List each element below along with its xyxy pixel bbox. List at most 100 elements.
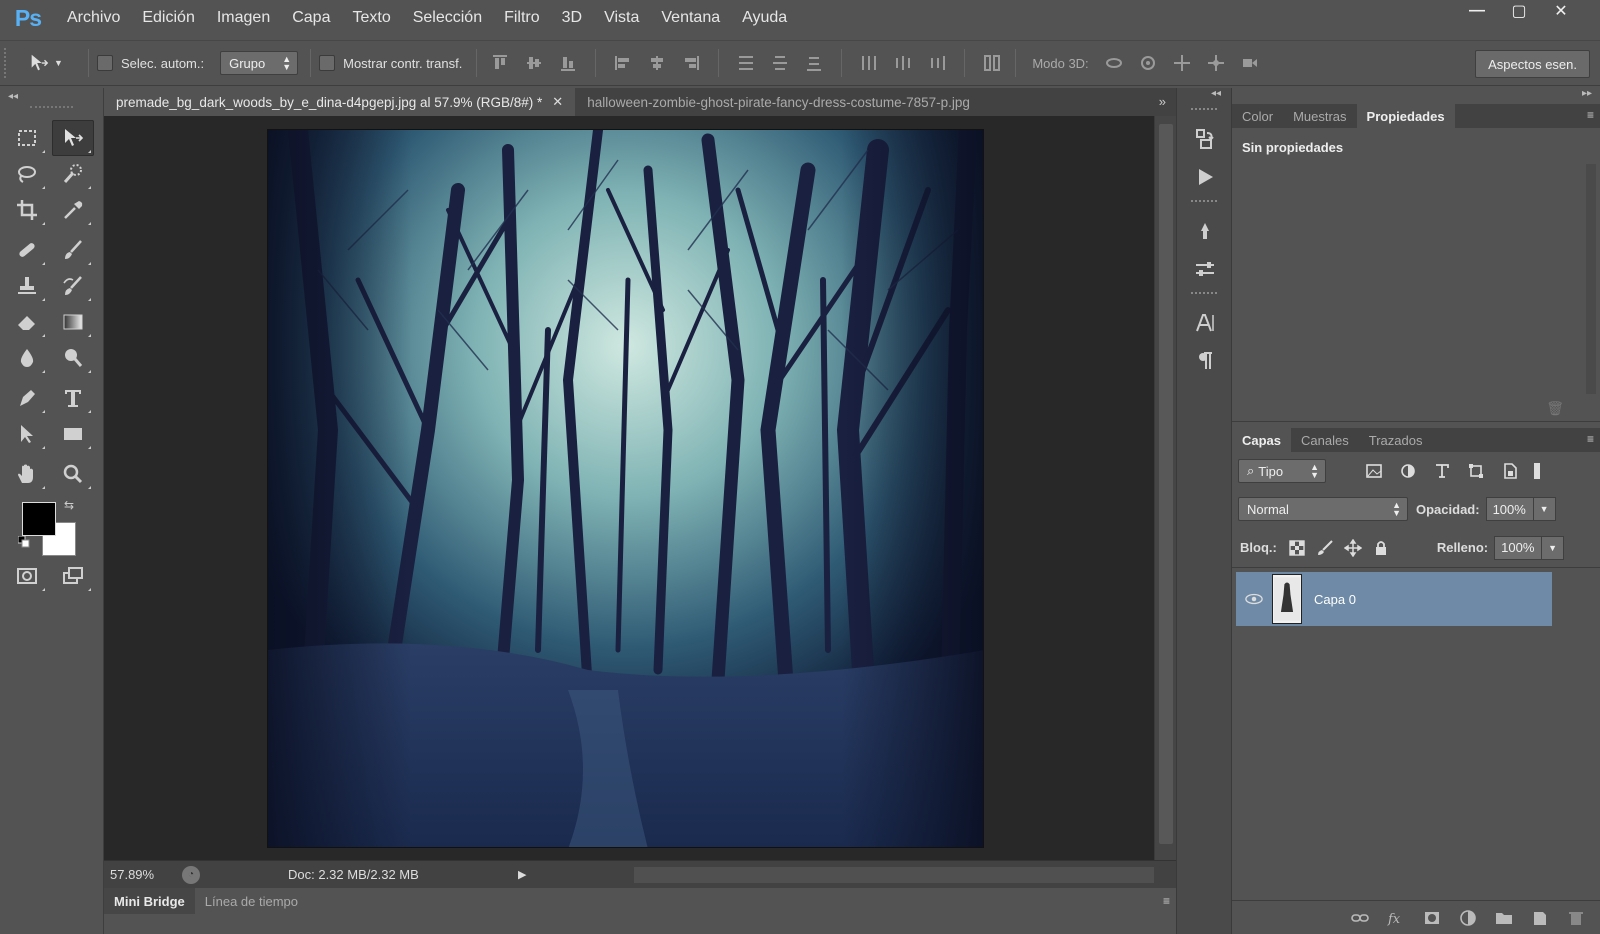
gradient-tool[interactable] bbox=[52, 304, 94, 340]
adjustments-sliders-icon[interactable] bbox=[1177, 250, 1233, 288]
menu-vista[interactable]: Vista bbox=[593, 0, 650, 36]
align-left-edges-icon[interactable] bbox=[608, 50, 638, 76]
align-bottom-edges-icon[interactable] bbox=[553, 50, 583, 76]
horizontal-scrollbar[interactable] bbox=[634, 867, 1154, 883]
menu-ayuda[interactable]: Ayuda bbox=[731, 0, 798, 36]
menu-archivo[interactable]: Archivo bbox=[56, 0, 131, 36]
auto-select-dropdown[interactable]: Grupo ▲ ▼ bbox=[220, 51, 299, 75]
quick-mask-tool[interactable] bbox=[6, 558, 48, 594]
character-panel-icon[interactable] bbox=[1177, 304, 1233, 342]
layer-kind-filter[interactable]: ⌕ Tipo ▲ ▼ bbox=[1238, 459, 1326, 483]
status-info-icon[interactable]: ◔ bbox=[182, 865, 200, 884]
crop-tool[interactable] bbox=[6, 192, 48, 228]
align-top-edges-icon[interactable] bbox=[485, 50, 515, 76]
layer-style-fx-icon[interactable]: fx bbox=[1384, 906, 1408, 930]
menu-ventana[interactable]: Ventana bbox=[650, 0, 731, 36]
slide-3d-icon[interactable] bbox=[1201, 50, 1231, 76]
distribute-vcenter-icon[interactable] bbox=[765, 50, 795, 76]
align-horizontal-centers-icon[interactable] bbox=[642, 50, 672, 76]
properties-scrollbar[interactable] bbox=[1586, 164, 1596, 394]
menu-3d[interactable]: 3D bbox=[551, 0, 593, 36]
lasso-tool[interactable] bbox=[6, 156, 48, 192]
panels-collapse-button[interactable]: ▸▸ bbox=[1232, 88, 1600, 104]
new-layer-icon[interactable] bbox=[1528, 906, 1552, 930]
move-tool[interactable] bbox=[52, 120, 94, 156]
close-tab-icon[interactable]: ✕ bbox=[552, 94, 563, 110]
opacity-input[interactable]: 100% bbox=[1485, 497, 1534, 521]
tab-swatches[interactable]: Muestras bbox=[1283, 104, 1356, 128]
menu-seleccion[interactable]: Selección bbox=[402, 0, 493, 36]
delete-layer-trash-icon[interactable] bbox=[1564, 906, 1588, 930]
menu-edicion[interactable]: Edición bbox=[131, 0, 205, 36]
distribute-hcenter-icon[interactable] bbox=[888, 50, 918, 76]
rectangular-marquee-tool[interactable] bbox=[6, 120, 48, 156]
tab-paths[interactable]: Trazados bbox=[1359, 428, 1433, 452]
layer-row-capa-0[interactable]: Capa 0 bbox=[1236, 572, 1552, 626]
fill-dropdown-arrow[interactable]: ▼ bbox=[1542, 535, 1565, 560]
dock-grip[interactable] bbox=[1191, 292, 1217, 300]
auto-align-icon[interactable] bbox=[977, 50, 1007, 76]
tab-timeline[interactable]: Línea de tiempo bbox=[195, 888, 308, 914]
dock-collapse-button[interactable]: ◂◂ bbox=[1177, 88, 1231, 104]
quick-selection-tool[interactable] bbox=[52, 156, 94, 192]
paragraph-panel-icon[interactable] bbox=[1177, 342, 1233, 380]
new-group-folder-icon[interactable] bbox=[1492, 906, 1516, 930]
pixel-layer-filter-icon[interactable] bbox=[1360, 458, 1388, 484]
blend-mode-dropdown[interactable]: Normal ▲ ▼ bbox=[1238, 497, 1408, 521]
status-menu-arrow-icon[interactable]: ▶ bbox=[518, 868, 526, 881]
close-button[interactable]: ✕ bbox=[1540, 0, 1582, 22]
add-mask-icon[interactable] bbox=[1420, 906, 1444, 930]
show-transform-checkbox[interactable] bbox=[319, 55, 336, 71]
eraser-tool[interactable] bbox=[6, 304, 48, 340]
distribute-top-icon[interactable] bbox=[731, 50, 761, 76]
distribute-bottom-icon[interactable] bbox=[799, 50, 829, 76]
distribute-left-icon[interactable] bbox=[854, 50, 884, 76]
align-vertical-centers-icon[interactable] bbox=[519, 50, 549, 76]
opacity-dropdown-arrow[interactable]: ▼ bbox=[1533, 497, 1556, 521]
dock-grip[interactable] bbox=[1191, 200, 1217, 208]
history-brush-tool[interactable] bbox=[52, 268, 94, 304]
distribute-right-icon[interactable] bbox=[922, 50, 952, 76]
swap-colors-icon[interactable]: ⇆ bbox=[64, 498, 74, 512]
tab-properties[interactable]: Propiedades bbox=[1356, 104, 1455, 128]
tool-presets-icon[interactable] bbox=[1177, 212, 1233, 250]
lock-pixels-brush-icon[interactable] bbox=[1311, 535, 1339, 561]
menu-filtro[interactable]: Filtro bbox=[493, 0, 551, 36]
type-layer-filter-icon[interactable] bbox=[1428, 458, 1456, 484]
document-tab-inactive[interactable]: halloween-zombie-ghost-pirate-fancy-dres… bbox=[575, 88, 1056, 116]
blur-tool[interactable] bbox=[6, 340, 48, 376]
scroll-thumb[interactable] bbox=[1159, 124, 1173, 844]
trash-icon[interactable]: 🗑 bbox=[1546, 400, 1564, 417]
clone-stamp-tool[interactable] bbox=[6, 268, 48, 304]
align-right-edges-icon[interactable] bbox=[676, 50, 706, 76]
panel-menu-icon[interactable]: ≡ bbox=[1587, 108, 1594, 122]
zoom-tool[interactable] bbox=[52, 456, 94, 492]
menu-texto[interactable]: Texto bbox=[341, 0, 401, 36]
rotate-3d-icon[interactable] bbox=[1099, 50, 1129, 76]
shape-layer-filter-icon[interactable] bbox=[1462, 458, 1490, 484]
tab-color[interactable]: Color bbox=[1232, 104, 1283, 128]
lock-position-icon[interactable] bbox=[1339, 535, 1367, 561]
pen-tool[interactable] bbox=[6, 380, 48, 416]
options-grip[interactable] bbox=[4, 48, 14, 78]
more-tabs-icon[interactable]: » bbox=[1159, 94, 1166, 109]
dock-grip[interactable] bbox=[1191, 108, 1217, 116]
type-tool[interactable] bbox=[52, 380, 94, 416]
maximize-button[interactable]: ▢ bbox=[1498, 0, 1540, 22]
spot-healing-tool[interactable] bbox=[6, 232, 48, 268]
brush-tool[interactable] bbox=[52, 232, 94, 268]
document-tab-active[interactable]: premade_bg_dark_woods_by_e_dina-d4pgepj.… bbox=[104, 88, 576, 116]
menu-capa[interactable]: Capa bbox=[281, 0, 341, 36]
fill-input[interactable]: 100% bbox=[1494, 535, 1543, 560]
rectangle-tool[interactable] bbox=[52, 416, 94, 452]
workspace-button[interactable]: Aspectos esen. bbox=[1475, 50, 1590, 78]
new-adjustment-layer-icon[interactable] bbox=[1456, 906, 1480, 930]
actions-play-icon[interactable] bbox=[1177, 158, 1233, 196]
eyedropper-tool[interactable] bbox=[52, 192, 94, 228]
tools-collapse-button[interactable]: ◂◂ bbox=[0, 88, 103, 104]
menu-imagen[interactable]: Imagen bbox=[206, 0, 281, 36]
dodge-tool[interactable] bbox=[52, 340, 94, 376]
scale-3d-icon[interactable] bbox=[1235, 50, 1265, 76]
roll-3d-icon[interactable] bbox=[1133, 50, 1163, 76]
tools-grip[interactable] bbox=[30, 106, 73, 116]
